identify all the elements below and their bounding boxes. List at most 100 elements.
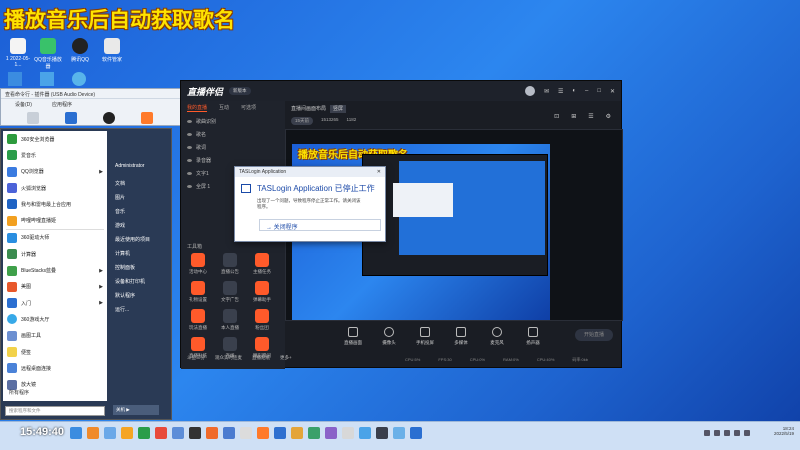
start-right-computer[interactable]: 计算机 <box>111 247 171 261</box>
tool-text-ad[interactable]: 文字广告 <box>217 281 243 303</box>
maximize-icon[interactable]: □ <box>597 88 601 94</box>
start-item-calculator[interactable]: 计算器 <box>3 246 107 262</box>
taskbar-app-icon[interactable] <box>359 427 371 439</box>
skin-icon[interactable]: ◐ <box>572 88 576 94</box>
orange-app-icon[interactable] <box>141 112 153 124</box>
desktop-icon-app[interactable] <box>40 72 54 86</box>
player-tab-device[interactable]: 设备(D) <box>15 101 32 108</box>
desktop-icon-softmgr[interactable]: 软件管家 <box>98 38 126 63</box>
taskbar-app-icon[interactable] <box>206 427 218 439</box>
start-right-games[interactable]: 游戏 <box>111 219 171 233</box>
scene-item[interactable]: 歌词 <box>181 141 285 154</box>
start-item-360driver[interactable]: 360驱动大师 <box>3 230 107 246</box>
start-item-360browser[interactable]: 360安全浏览器 <box>3 131 107 147</box>
tool-task[interactable]: 主播任务 <box>249 253 275 275</box>
start-right-control-panel[interactable]: 控制面板 <box>111 261 171 275</box>
tray-icon[interactable] <box>744 430 750 436</box>
taskbar-app-icon[interactable] <box>240 427 252 439</box>
phone-cast-button[interactable]: 手机投屏 <box>413 327 437 346</box>
start-right-default-programs[interactable]: 默认程序 <box>111 289 171 303</box>
tool-danmaku[interactable]: 弹幕助手 <box>249 281 275 303</box>
speaker-button[interactable]: 扬声器 <box>521 327 545 346</box>
scene-item[interactable]: 歌曲识别 <box>181 115 285 128</box>
close-program-button[interactable]: → 关闭程序 <box>259 219 381 231</box>
media-button[interactable]: 多媒体 <box>449 327 473 346</box>
tray-icon[interactable] <box>724 430 730 436</box>
taskbar-app-icon[interactable] <box>393 427 405 439</box>
user-name[interactable]: Administrator <box>111 159 171 173</box>
bottom-link[interactable]: 观众实时连麦 <box>215 355 242 361</box>
desktop-icon-qqmusic[interactable]: QQ音乐播放器 <box>34 38 62 70</box>
disk-icon[interactable] <box>27 112 39 124</box>
start-item-qqbrowser[interactable]: QQ浏览器 ▶ <box>3 164 107 180</box>
settings-icon[interactable]: ⚙ <box>606 113 611 120</box>
list-icon[interactable]: ☰ <box>588 113 593 120</box>
start-item-leidian[interactable]: 我与和雷电最上合应用 <box>3 196 107 212</box>
gift-icon[interactable]: ⊡ <box>554 113 559 120</box>
taskbar-app-icon[interactable] <box>189 427 201 439</box>
tool-notice[interactable]: 直播公告 <box>217 253 243 275</box>
eye-icon[interactable] <box>187 185 192 188</box>
bottom-link[interactable]: 斗鱼三分 <box>187 355 205 361</box>
start-item-firefox[interactable]: 火狐浏览器 <box>3 180 107 196</box>
tool-play[interactable]: 玩法直播 <box>185 309 211 331</box>
desktop-icon-app[interactable] <box>8 72 22 86</box>
start-item-bilibili[interactable]: 哔哩哔哩直播姬 <box>3 212 107 228</box>
start-right-run[interactable]: 运行... <box>111 303 171 317</box>
desktop-icon-file[interactable]: 1 2022-05-1... <box>4 38 32 68</box>
taskbar-app-icon[interactable] <box>121 427 133 439</box>
taskbar-app-icon[interactable] <box>325 427 337 439</box>
qq-penguin-icon[interactable] <box>103 112 115 124</box>
eye-icon[interactable] <box>187 172 192 175</box>
screen-capture-button[interactable]: 直播画面 <box>341 327 365 346</box>
player-tab-apps[interactable]: 应用程序 <box>52 101 72 108</box>
start-right-pictures[interactable]: 图片 <box>111 191 171 205</box>
all-programs[interactable]: 所有程序 <box>3 389 107 396</box>
close-icon[interactable]: ✕ <box>377 169 381 175</box>
start-item-aimusic[interactable]: 爱音乐 <box>3 147 107 163</box>
taskbar-app-icon[interactable] <box>376 427 388 439</box>
desktop-icon-app[interactable] <box>72 72 86 86</box>
message-icon[interactable]: ✉ <box>544 88 549 95</box>
taskbar-app-icon[interactable] <box>138 427 150 439</box>
split-icon[interactable]: ⊞ <box>571 113 576 120</box>
tool-fans[interactable]: 粉丝团 <box>249 309 275 331</box>
start-search-input[interactable]: 搜索程序和文件 <box>5 406 105 416</box>
eye-icon[interactable] <box>187 159 192 162</box>
taskbar-app-icon[interactable] <box>172 427 184 439</box>
taskbar-app-icon[interactable] <box>308 427 320 439</box>
start-item-360games[interactable]: 360游戏大厅 <box>3 311 107 327</box>
start-item-getstarted[interactable]: 入门 ▶ <box>3 295 107 311</box>
start-item-paint[interactable]: 画图工具 <box>3 328 107 344</box>
tool-gift[interactable]: 礼物设置 <box>185 281 211 303</box>
tray-icon[interactable] <box>714 430 720 436</box>
start-right-documents[interactable]: 文档 <box>111 177 171 191</box>
tool-self-live[interactable]: 本人直播 <box>217 309 243 331</box>
eye-icon[interactable] <box>187 146 192 149</box>
taskbar-app-icon[interactable] <box>342 427 354 439</box>
tray-icon[interactable] <box>704 430 710 436</box>
microphone-button[interactable]: 麦克风 <box>485 327 509 346</box>
close-icon[interactable]: ✕ <box>610 88 615 95</box>
bottom-link[interactable]: 直播贴纸 <box>252 355 270 361</box>
monitor-icon[interactable] <box>65 112 77 124</box>
tab-interact[interactable]: 互动 <box>219 104 229 112</box>
version-badge[interactable]: 新版本 <box>229 87 251 95</box>
audio-player-window[interactable]: 查看命令行 - 插件器 (USB Audio Device) 设备(D) 应用程… <box>0 88 182 126</box>
avatar[interactable] <box>524 86 535 96</box>
menu-icon[interactable]: ☰ <box>558 88 563 95</box>
taskbar-app-icon[interactable] <box>274 427 286 439</box>
start-right-devices[interactable]: 设备和打印机 <box>111 275 171 289</box>
start-item-remote[interactable]: 远程桌面连接 <box>3 360 107 376</box>
start-item-meitu[interactable]: 美图 ▶ <box>3 279 107 295</box>
camera-button[interactable]: 摄像头 <box>377 327 401 346</box>
system-clock[interactable]: 18:24 2022/5/19 <box>774 426 794 436</box>
taskbar-app-icon[interactable] <box>70 427 82 439</box>
minimize-icon[interactable]: – <box>585 88 588 94</box>
tab-my-live[interactable]: 我的直播 <box>187 104 208 112</box>
eye-icon[interactable] <box>187 133 192 136</box>
taskbar-app-icon[interactable] <box>155 427 167 439</box>
taskbar-app-icon[interactable] <box>410 427 422 439</box>
orientation-toggle[interactable]: 竖屏 <box>330 105 347 113</box>
start-right-music[interactable]: 音乐 <box>111 205 171 219</box>
